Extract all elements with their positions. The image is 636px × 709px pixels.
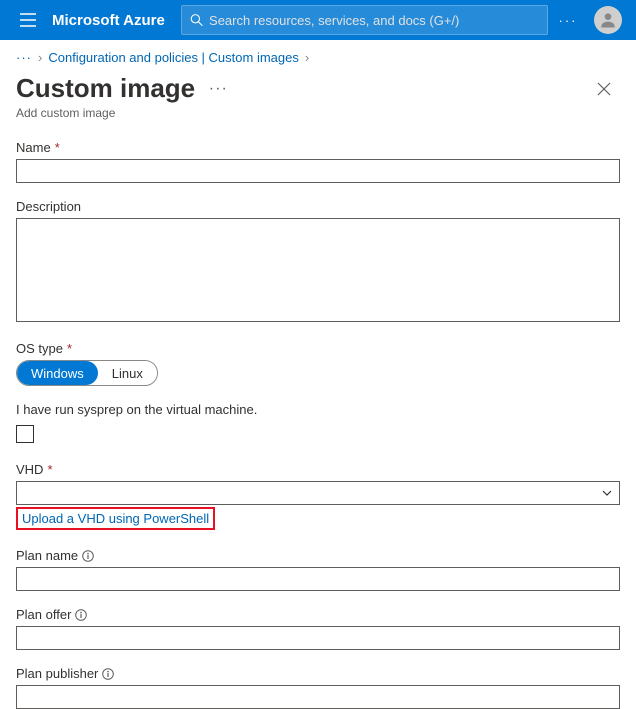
name-input[interactable] bbox=[16, 159, 620, 183]
person-icon bbox=[598, 10, 618, 30]
close-icon bbox=[597, 82, 611, 96]
hamburger-menu-button[interactable] bbox=[8, 0, 48, 40]
info-icon[interactable] bbox=[102, 668, 114, 680]
field-plan-offer: Plan offer bbox=[16, 607, 620, 650]
brand-label: Microsoft Azure bbox=[52, 12, 165, 29]
field-plan-name: Plan name bbox=[16, 548, 620, 591]
sysprep-checkbox[interactable] bbox=[16, 425, 34, 443]
ellipsis-icon: ··· bbox=[559, 13, 578, 28]
upload-vhd-highlight: Upload a VHD using PowerShell bbox=[16, 507, 215, 530]
plan-name-label: Plan name bbox=[16, 548, 78, 563]
field-ostype: OS type * Windows Linux bbox=[16, 341, 620, 386]
required-marker: * bbox=[47, 462, 52, 477]
user-avatar[interactable] bbox=[594, 6, 622, 34]
field-name: Name * bbox=[16, 140, 620, 183]
field-description: Description bbox=[16, 199, 620, 325]
global-search-input[interactable] bbox=[209, 13, 539, 28]
field-plan-publisher: Plan publisher bbox=[16, 666, 620, 709]
page-header: Custom image ··· Add custom image bbox=[0, 69, 636, 120]
search-icon bbox=[190, 13, 203, 27]
breadcrumb: ··· › Configuration and policies | Custo… bbox=[0, 40, 636, 69]
field-vhd: VHD * Upload a VHD using PowerShell bbox=[16, 462, 620, 530]
field-sysprep: I have run sysprep on the virtual machin… bbox=[16, 402, 620, 446]
chevron-right-icon: › bbox=[305, 50, 309, 65]
required-marker: * bbox=[67, 341, 72, 356]
vhd-select[interactable] bbox=[16, 481, 620, 505]
description-input[interactable] bbox=[16, 218, 620, 322]
plan-name-input[interactable] bbox=[16, 567, 620, 591]
topbar-more-button[interactable]: ··· bbox=[548, 0, 588, 40]
sysprep-label: I have run sysprep on the virtual machin… bbox=[16, 402, 257, 417]
ostype-toggle: Windows Linux bbox=[16, 360, 158, 386]
azure-topbar: Microsoft Azure ··· bbox=[0, 0, 636, 40]
description-label: Description bbox=[16, 199, 81, 214]
ostype-option-windows[interactable]: Windows bbox=[17, 361, 98, 385]
breadcrumb-ellipsis[interactable]: ··· bbox=[16, 50, 32, 65]
required-marker: * bbox=[55, 140, 60, 155]
chevron-down-icon bbox=[601, 487, 613, 499]
plan-publisher-input[interactable] bbox=[16, 685, 620, 709]
title-more-button[interactable]: ··· bbox=[209, 80, 228, 97]
info-icon[interactable] bbox=[82, 550, 94, 562]
plan-publisher-label: Plan publisher bbox=[16, 666, 98, 681]
global-search[interactable] bbox=[181, 5, 548, 35]
plan-offer-label: Plan offer bbox=[16, 607, 71, 622]
ostype-label: OS type bbox=[16, 341, 63, 356]
page-title: Custom image bbox=[16, 73, 195, 104]
plan-offer-input[interactable] bbox=[16, 626, 620, 650]
info-icon[interactable] bbox=[75, 609, 87, 621]
close-button[interactable] bbox=[588, 73, 620, 105]
custom-image-form: Name * Description OS type * Windows Lin… bbox=[0, 120, 636, 709]
page-subtitle: Add custom image bbox=[16, 106, 588, 120]
chevron-right-icon: › bbox=[38, 50, 42, 65]
name-label: Name bbox=[16, 140, 51, 155]
ostype-option-linux[interactable]: Linux bbox=[98, 361, 157, 385]
vhd-label: VHD bbox=[16, 462, 43, 477]
hamburger-icon bbox=[20, 13, 36, 27]
upload-vhd-link[interactable]: Upload a VHD using PowerShell bbox=[22, 511, 209, 526]
breadcrumb-link-config[interactable]: Configuration and policies | Custom imag… bbox=[48, 50, 299, 65]
